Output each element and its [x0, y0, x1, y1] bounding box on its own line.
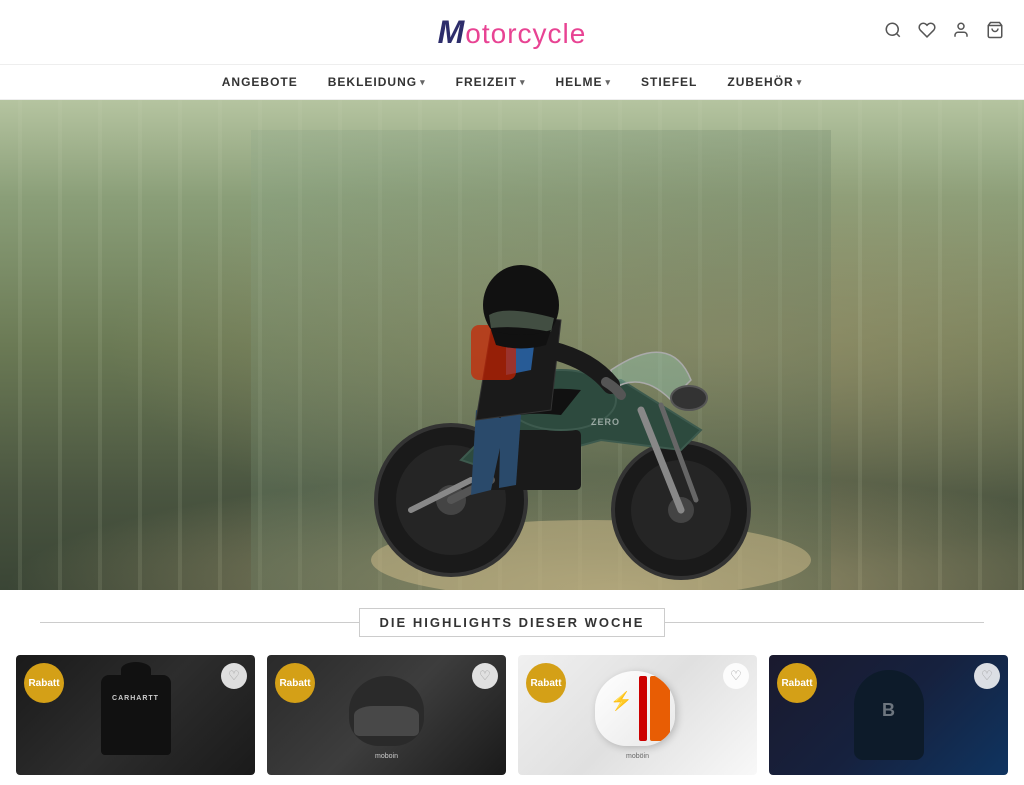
product-card-1[interactable]: Rabatt ♡ CARHARTT	[16, 655, 255, 775]
cart-icon[interactable]	[986, 21, 1004, 44]
nav-item-stiefel[interactable]: STIEFEL	[641, 75, 697, 89]
badge-rabatt-1: Rabatt	[24, 663, 64, 703]
badge-rabatt-2: Rabatt	[275, 663, 315, 703]
header-icons	[884, 21, 1004, 44]
wishlist-button-3[interactable]: ♡	[723, 663, 749, 689]
chevron-down-icon: ▾	[520, 77, 526, 88]
nav-item-bekleidung[interactable]: BEKLEIDUNG ▾	[328, 75, 426, 89]
header: Motorcycle	[0, 0, 1024, 65]
divider-left	[40, 622, 359, 623]
product-card-2[interactable]: Rabatt ♡ moboin	[267, 655, 506, 775]
hero-illustration: ZERO	[251, 130, 831, 590]
chevron-down-icon: ▾	[606, 77, 612, 88]
badge-rabatt-4: Rabatt	[777, 663, 817, 703]
search-icon[interactable]	[884, 21, 902, 44]
hero-banner: ZERO	[0, 100, 1024, 590]
svg-text:ZERO: ZERO	[591, 417, 620, 427]
wishlist-button-1[interactable]: ♡	[221, 663, 247, 689]
highlights-title: DIE HIGHLIGHTS DIESER WOCHE	[359, 608, 666, 637]
product-brand-1: CARHARTT	[101, 675, 171, 702]
badge-rabatt-3: Rabatt	[526, 663, 566, 703]
nav-item-freizeit[interactable]: FREIZEIT ▾	[456, 75, 526, 89]
wishlist-button-2[interactable]: ♡	[472, 663, 498, 689]
nav-item-zubehor[interactable]: ZUBEHÖR ▾	[727, 75, 802, 89]
nav-item-angebote[interactable]: ANGEBOTE	[222, 75, 298, 89]
chevron-down-icon: ▾	[797, 77, 803, 88]
product-brand-4: B	[854, 670, 924, 721]
highlights-header: DIE HIGHLIGHTS DIESER WOCHE	[0, 590, 1024, 655]
user-icon[interactable]	[952, 21, 970, 44]
product-card-3[interactable]: Rabatt ♡ ⚡ moböin	[518, 655, 757, 775]
product-card-4[interactable]: Rabatt ♡ B	[769, 655, 1008, 775]
logo-m: M	[438, 14, 466, 50]
wishlist-button-4[interactable]: ♡	[974, 663, 1000, 689]
products-row: Rabatt ♡ CARHARTT Rabatt ♡ moboin	[0, 655, 1024, 785]
logo-rest: otorcycle	[465, 18, 586, 49]
chevron-down-icon: ▾	[420, 77, 426, 88]
product-brand-2: moboin	[344, 753, 429, 760]
divider-right	[665, 622, 984, 623]
product-brand-3: moböin	[595, 753, 680, 760]
logo[interactable]: Motorcycle	[438, 14, 587, 51]
nav-item-helme[interactable]: HELME ▾	[556, 75, 612, 89]
wishlist-icon[interactable]	[918, 21, 936, 44]
main-nav: ANGEBOTE BEKLEIDUNG ▾ FREIZEIT ▾ HELME ▾…	[0, 65, 1024, 100]
